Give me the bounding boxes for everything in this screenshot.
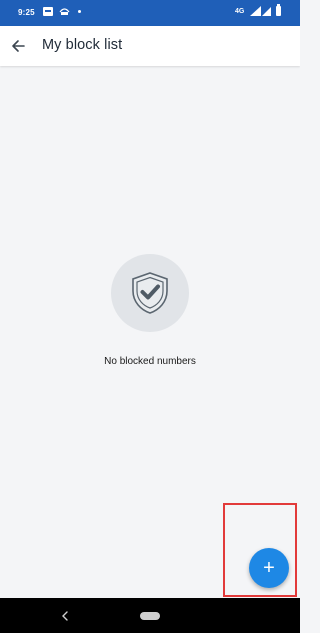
screen: 9:25 4G My block list No blocked numbers…: [0, 0, 300, 633]
back-button[interactable]: [6, 34, 30, 58]
network-type: 4G: [235, 8, 245, 15]
nav-back-icon[interactable]: [61, 611, 69, 621]
add-blocked-number-button[interactable]: +: [249, 548, 289, 588]
status-bar: 9:25 4G: [0, 0, 300, 26]
empty-state-message: No blocked numbers: [104, 356, 196, 367]
notification-app-icon: [59, 8, 70, 15]
plus-icon: +: [263, 557, 275, 579]
notification-icon: [43, 7, 53, 16]
signal-secondary-icon: [262, 7, 271, 16]
signal-icon: [250, 6, 261, 16]
shield-check-icon: [132, 272, 168, 314]
nav-home-pill-icon[interactable]: [140, 612, 160, 620]
notification-dot-icon: [78, 10, 81, 13]
battery-icon: [276, 4, 281, 16]
app-bar: My block list: [0, 26, 300, 66]
page-title: My block list: [42, 37, 123, 53]
arrow-left-icon: [12, 40, 25, 52]
status-time: 9:25: [18, 8, 35, 17]
empty-state-icon-circle: [111, 254, 189, 332]
